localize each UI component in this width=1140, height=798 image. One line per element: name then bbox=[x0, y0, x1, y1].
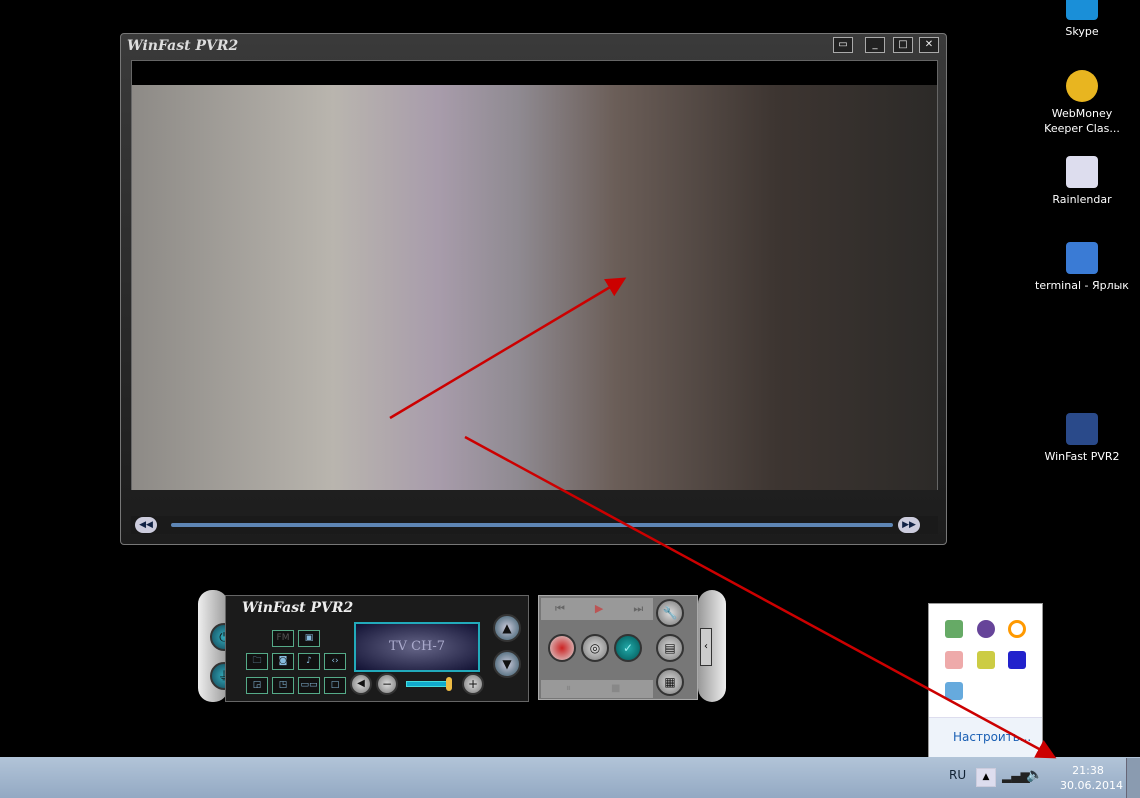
arrow-to-video-noise bbox=[389, 277, 627, 420]
arrow-to-clock bbox=[464, 435, 1057, 759]
annotation-arrows bbox=[389, 277, 1057, 759]
